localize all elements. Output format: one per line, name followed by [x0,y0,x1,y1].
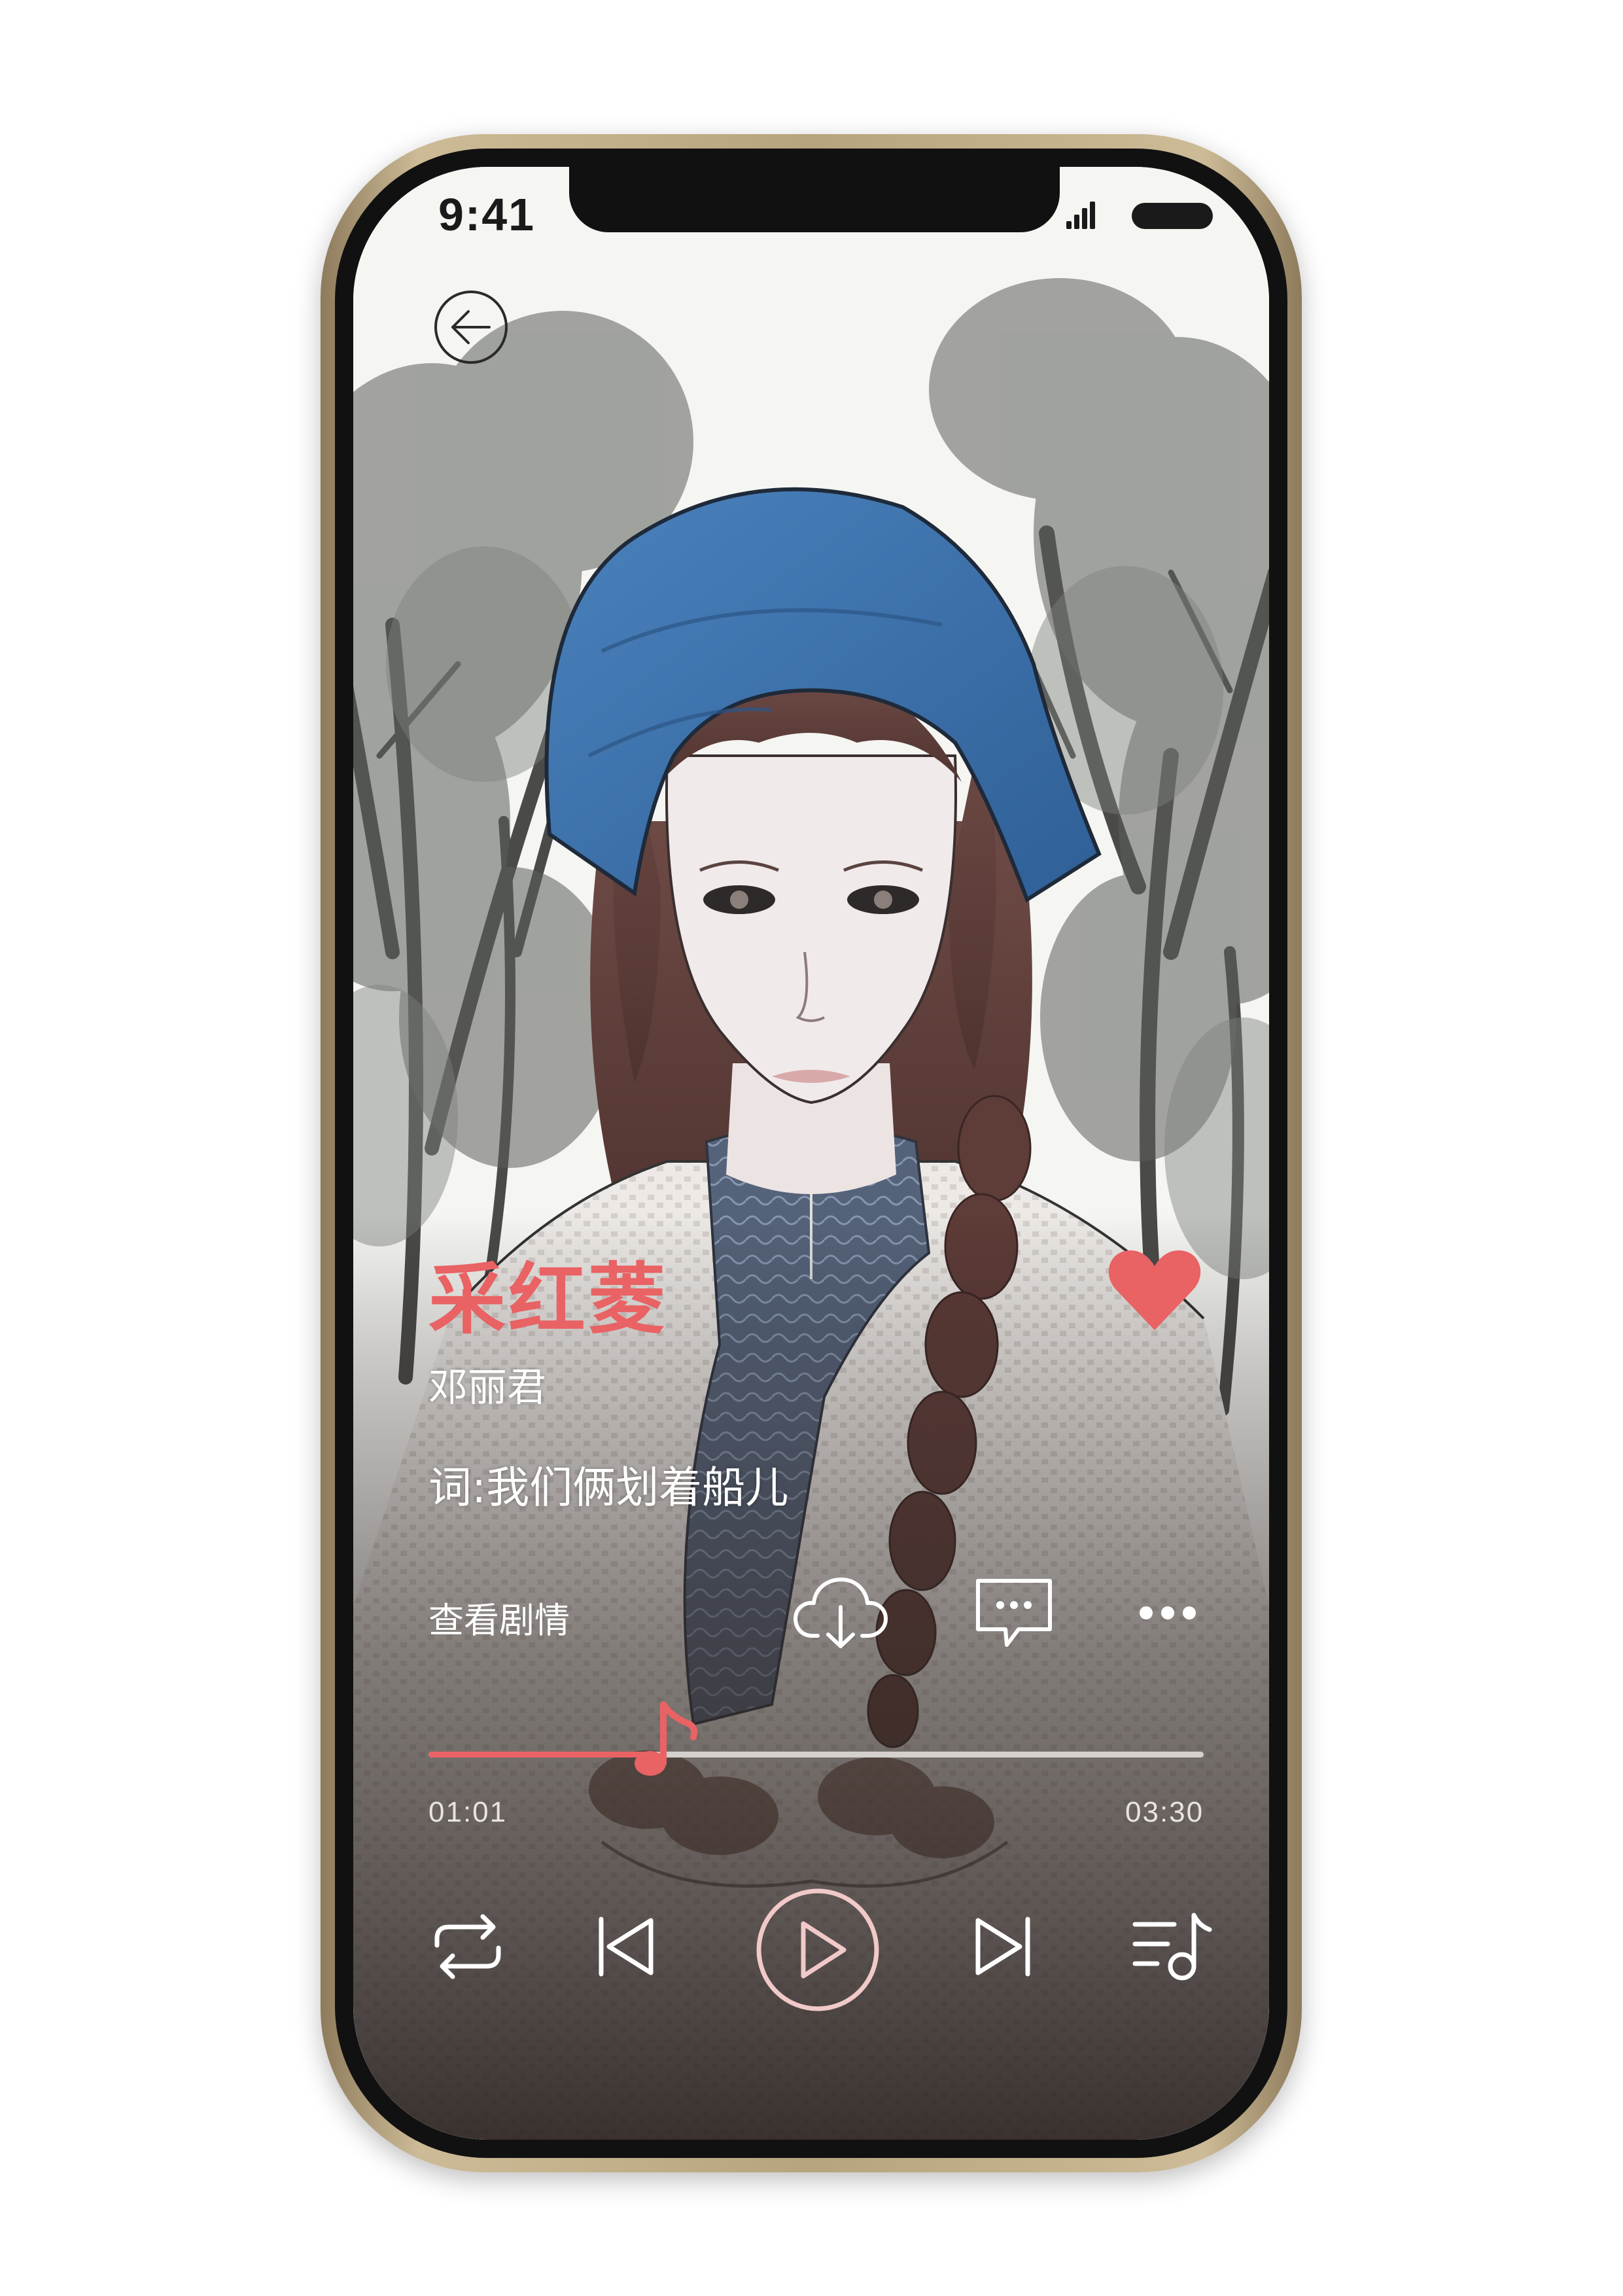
playlist-icon [1132,1913,1212,1981]
next-button[interactable] [965,1907,1043,1986]
back-button[interactable] [432,288,510,366]
previous-button[interactable] [585,1907,664,1986]
progress-handle[interactable] [631,1698,703,1783]
comment-bubble-icon [976,1579,1052,1647]
more-button[interactable] [1132,1590,1204,1636]
lyrics-line: 词:我们俩划着船儿 [428,1462,789,1513]
view-story-link[interactable]: 查看剧情 [428,1591,570,1643]
status-time: 9:41 [438,189,536,240]
camera-notch [569,164,1060,232]
battery-icon [1132,203,1213,229]
signal-bars-icon [1066,202,1095,229]
progress-fill [428,1752,654,1757]
current-time: 01:01 [428,1796,508,1828]
album-artwork [353,167,1269,2140]
progress-bar[interactable] [428,1752,1204,1757]
skip-previous-icon [599,1916,654,1977]
skip-next-icon [975,1916,1030,1977]
repeat-icon [434,1914,501,1979]
play-circle-icon [756,1888,879,2011]
heart-icon [1108,1250,1201,1330]
repeat-button[interactable] [425,1907,510,1986]
music-note-icon [634,1701,697,1776]
total-time: 03:30 [1125,1796,1204,1828]
comment-button[interactable] [971,1570,1056,1655]
play-button[interactable] [752,1884,883,2015]
playlist-button[interactable] [1128,1907,1213,1986]
status-indicators [1066,196,1223,238]
player-screen [353,167,1269,2140]
song-title: 采红菱 [428,1254,669,1345]
more-dots-icon [1140,1606,1196,1619]
arrow-left-circle-icon [434,291,508,364]
artist-name: 邓丽君 [428,1365,546,1411]
like-button[interactable] [1106,1246,1204,1335]
cloud-download-icon [794,1578,888,1648]
download-button[interactable] [792,1570,890,1655]
